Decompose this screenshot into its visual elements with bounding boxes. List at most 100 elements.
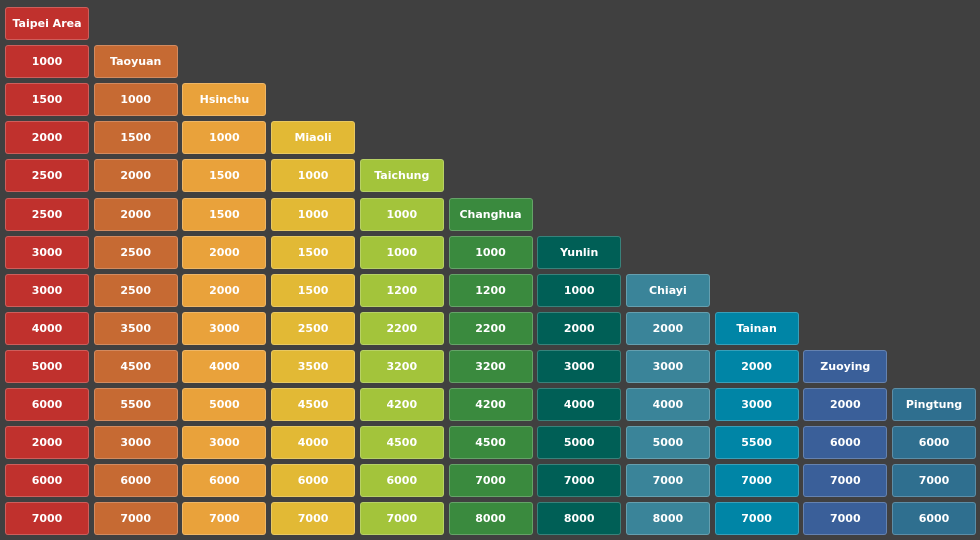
fare-cell: 7000 (448, 464, 533, 498)
fare-cell: 5000 (537, 426, 622, 460)
fare-cell: 2500 (5, 159, 89, 193)
fare-cell: 8000 (537, 502, 622, 536)
fare-cell: 8000 (625, 502, 710, 536)
fare-cell: 7000 (93, 502, 178, 536)
fare-cell: 5000 (182, 388, 267, 421)
station-header: Changhua (448, 197, 533, 231)
station-header: Taoyuan (93, 45, 178, 79)
fare-cell: 4000 (625, 388, 710, 421)
fare-cell: 6000 (892, 426, 976, 460)
fare-cell: 2000 (5, 121, 89, 155)
station-header: Zuoying (803, 349, 888, 383)
fare-cell: 1500 (5, 83, 89, 117)
fare-cell: 3000 (182, 311, 267, 345)
fare-cell: 3000 (5, 235, 89, 269)
station-header: Taichung (359, 159, 444, 193)
station-header: Hsinchu (182, 83, 267, 117)
fare-cell: 6000 (359, 464, 444, 498)
fare-cell: 5000 (625, 426, 710, 460)
fare-cell: 7000 (537, 464, 622, 498)
fare-cell: 2000 (803, 388, 888, 421)
station-header: Taipei Area (5, 7, 89, 40)
fare-cell: 2200 (359, 311, 444, 345)
fare-cell: 3500 (93, 311, 178, 345)
fare-cell: 5500 (714, 426, 799, 460)
fare-cell: 7000 (803, 464, 888, 498)
fare-cell: 4500 (448, 426, 533, 460)
fare-cell: 7000 (892, 464, 976, 498)
station-header: Yunlin (537, 235, 622, 269)
fare-cell: 4200 (448, 388, 533, 421)
fare-cell: 1500 (93, 121, 178, 155)
fare-cell: 6000 (803, 426, 888, 460)
fare-cell: 4500 (93, 349, 178, 383)
fare-cell: 4500 (271, 388, 356, 421)
fare-cell: 3000 (93, 426, 178, 460)
fare-cell: 8000 (448, 502, 533, 536)
fare-cell: 1000 (359, 197, 444, 231)
fare-cell: 4000 (271, 426, 356, 460)
fare-cell: 1500 (271, 273, 356, 307)
fare-cell: 2000 (625, 311, 710, 345)
fare-cell: 7000 (271, 502, 356, 536)
fare-cell: 1200 (448, 273, 533, 307)
fare-cell: 1500 (182, 197, 267, 231)
fare-cell: 2000 (5, 426, 89, 460)
fare-cell: 5000 (5, 349, 89, 383)
fare-cell: 2000 (182, 273, 267, 307)
fare-cell: 2000 (714, 349, 799, 383)
fare-cell: 2500 (5, 197, 89, 231)
fare-cell: 1000 (537, 273, 622, 307)
fare-cell: 7000 (359, 502, 444, 536)
fare-cell: 3000 (714, 388, 799, 421)
fare-cell: 2500 (93, 273, 178, 307)
station-header: Chiayi (625, 273, 710, 307)
fare-cell: 1500 (271, 235, 356, 269)
fare-cell: 6000 (182, 464, 267, 498)
fare-cell: 4000 (182, 349, 267, 383)
fare-cell: 2000 (93, 159, 178, 193)
fare-cell: 7000 (182, 502, 267, 536)
fare-cell: 1500 (182, 159, 267, 193)
fare-cell: 1000 (93, 83, 178, 117)
station-header: Miaoli (271, 121, 356, 155)
fare-cell: 3000 (537, 349, 622, 383)
fare-cell: 3000 (5, 273, 89, 307)
fare-cell: 5500 (93, 388, 178, 421)
fare-cell: 3000 (625, 349, 710, 383)
fare-cell: 7000 (714, 464, 799, 498)
fare-cell: 1000 (448, 235, 533, 269)
fare-cell: 6000 (271, 464, 356, 498)
fare-cell: 2500 (271, 311, 356, 345)
fare-cell: 6000 (5, 388, 89, 421)
fare-cell: 6000 (5, 464, 89, 498)
fare-cell: 4200 (359, 388, 444, 421)
fare-cell: 1000 (271, 159, 356, 193)
fare-matrix: Taipei Area Taoyuan Hsinchu Miaoli Taichung C… (0, 0, 980, 540)
fare-cell: 4000 (5, 311, 89, 345)
fare-cell: 1000 (359, 235, 444, 269)
station-header: Pingtung (892, 388, 976, 421)
fare-cell: 2000 (182, 235, 267, 269)
fare-cell: 3000 (182, 426, 267, 460)
fare-cell: 7000 (714, 502, 799, 536)
fare-cell: 7000 (803, 502, 888, 536)
fare-cell: 4000 (537, 388, 622, 421)
fare-cell: 2500 (93, 235, 178, 269)
fare-cell: 7000 (5, 502, 89, 536)
fare-cell: 2000 (537, 311, 622, 345)
fare-cell: 1000 (182, 121, 267, 155)
fare-cell: 1000 (271, 197, 356, 231)
fare-cell: 6000 (93, 464, 178, 498)
fare-cell: 4500 (359, 426, 444, 460)
fare-cell: 1200 (359, 273, 444, 307)
fare-cell: 3200 (448, 349, 533, 383)
fare-cell: 1000 (5, 45, 89, 79)
fare-cell: 3200 (359, 349, 444, 383)
fare-cell: 3500 (271, 349, 356, 383)
fare-cell: 2200 (448, 311, 533, 345)
station-header: Tainan (714, 311, 799, 345)
fare-cell: 6000 (892, 502, 976, 536)
fare-cell: 7000 (625, 464, 710, 498)
fare-cell: 2000 (93, 197, 178, 231)
